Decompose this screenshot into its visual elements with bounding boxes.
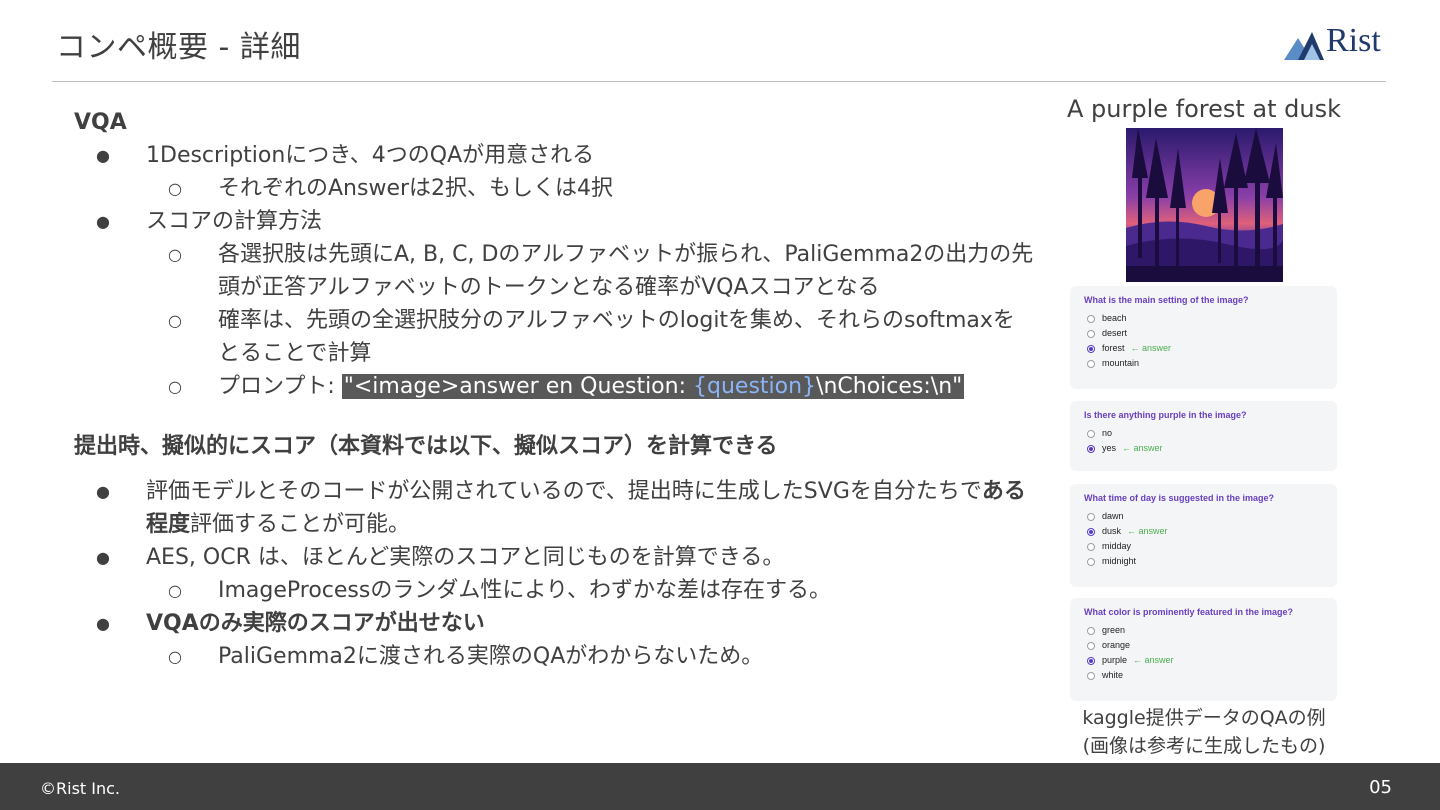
radio-selected-icon[interactable] <box>1087 345 1095 353</box>
list-item: プロンプト: "<image>answer en Question: {ques… <box>146 370 1034 403</box>
radio-icon[interactable] <box>1087 430 1095 438</box>
slide-footer: ©Rist Inc. 05 <box>0 763 1440 810</box>
qa-card: What color is prominently featured in th… <box>1070 598 1337 701</box>
qa-option: beach <box>1087 312 1127 324</box>
qa-example-caption: kaggle提供データのQAの例 (画像は参考に生成したもの) <box>1082 707 1326 757</box>
list-item: それぞれのAnswerは2択、もしくは4択 <box>146 172 1034 205</box>
radio-icon[interactable] <box>1087 513 1095 521</box>
sub-list: 各選択肢は先頭にA, B, C, Dのアルファベットが振られ、PaliGemma… <box>146 238 1034 403</box>
qa-option: white <box>1087 669 1123 681</box>
submit-heading: 提出時、擬似的にスコア（本資料では以下、擬似スコア）を計算できる <box>74 434 778 459</box>
list-item: ImageProcessのランダム性により、わずかな差は存在する。 <box>146 574 1034 607</box>
qa-option: mountain <box>1087 357 1139 369</box>
copyright: ©Rist Inc. <box>40 779 120 798</box>
radio-icon[interactable] <box>1087 315 1095 323</box>
radio-icon[interactable] <box>1087 642 1095 650</box>
qa-example-panel: A purple forest at dusk What is the main… <box>1062 92 1346 757</box>
radio-icon[interactable] <box>1087 672 1095 680</box>
slide-title: コンペ概要 - 詳細 <box>56 30 301 65</box>
answer-marker: ← answer <box>1133 655 1174 665</box>
list-item: 1Descriptionにつき、4つのQAが用意される それぞれのAnswerは… <box>74 139 1034 205</box>
list-item: 評価モデルとそのコードが公開されているので、提出時に生成したSVGを自分たちであ… <box>74 475 1034 541</box>
vqa-heading: VQA <box>74 110 127 135</box>
qa-question: What time of day is suggested in the ima… <box>1084 493 1275 503</box>
radio-icon[interactable] <box>1087 330 1095 338</box>
sub-list: それぞれのAnswerは2択、もしくは4択 <box>146 172 1034 205</box>
rist-logo: Rist <box>1282 22 1388 64</box>
qa-question: What is the main setting of the image? <box>1084 295 1249 305</box>
vqa-list: 1Descriptionにつき、4つのQAが用意される それぞれのAnswerは… <box>74 139 1034 403</box>
qa-option: no <box>1087 427 1112 439</box>
list-item: 各選択肢は先頭にA, B, C, Dのアルファベットが振られ、PaliGemma… <box>146 238 1034 304</box>
qa-option: green <box>1087 624 1125 636</box>
qa-card: What is the main setting of the image? b… <box>1070 286 1337 389</box>
radio-icon[interactable] <box>1087 627 1095 635</box>
prompt-code: "<image>answer en Question: {question}\n… <box>341 374 965 399</box>
radio-selected-icon[interactable] <box>1087 657 1095 665</box>
qa-question: What color is prominently featured in th… <box>1084 607 1294 617</box>
qa-option: purple ← answer <box>1087 654 1174 666</box>
answer-marker: ← answer <box>1127 526 1168 536</box>
sub-list: PaliGemma2に渡される実際のQAがわからないため。 <box>146 640 1034 673</box>
prompt-variable: {question} <box>693 374 817 399</box>
list-item: VQAのみ実際のスコアが出せない PaliGemma2に渡される実際のQAがわか… <box>74 607 1034 673</box>
list-item: PaliGemma2に渡される実際のQAがわからないため。 <box>146 640 1034 673</box>
main-content: VQA 1Descriptionにつき、4つのQAが用意される それぞれのAns… <box>74 106 1034 673</box>
radio-selected-icon[interactable] <box>1087 528 1095 536</box>
qa-option: midnight <box>1087 555 1136 567</box>
qa-question: Is there anything purple in the image? <box>1084 410 1247 420</box>
answer-marker: ← answer <box>1122 443 1163 453</box>
slide-header: コンペ概要 - 詳細 Rist <box>0 0 1440 82</box>
radio-icon[interactable] <box>1087 360 1095 368</box>
page-number: 05 <box>1369 777 1392 798</box>
logo-text: Rist <box>1326 22 1381 59</box>
radio-icon[interactable] <box>1087 558 1095 566</box>
qa-option: forest ← answer <box>1087 342 1171 354</box>
qa-option: yes ← answer <box>1087 442 1163 454</box>
image-title: A purple forest at dusk <box>1066 95 1342 123</box>
qa-option: desert <box>1087 327 1127 339</box>
list-item: 確率は、先頭の全選択肢分のアルファベットのlogitを集め、それらのsoftma… <box>146 304 1034 370</box>
qa-option: midday <box>1087 540 1131 552</box>
qa-option: dusk ← answer <box>1087 525 1168 537</box>
qa-option: dawn <box>1087 510 1124 522</box>
qa-option: orange <box>1087 639 1130 651</box>
purple-forest-image <box>1126 128 1283 282</box>
list-item: スコアの計算方法 各選択肢は先頭にA, B, C, Dのアルファベットが振られ、… <box>74 205 1034 403</box>
list-item: AES, OCR は、ほとんど実際のスコアと同じものを計算できる。 ImageP… <box>74 541 1034 607</box>
qa-card: Is there anything purple in the image? n… <box>1070 401 1337 471</box>
radio-selected-icon[interactable] <box>1087 445 1095 453</box>
sub-list: ImageProcessのランダム性により、わずかな差は存在する。 <box>146 574 1034 607</box>
submit-list: 評価モデルとそのコードが公開されているので、提出時に生成したSVGを自分たちであ… <box>74 475 1034 673</box>
radio-icon[interactable] <box>1087 543 1095 551</box>
header-divider <box>52 81 1386 82</box>
answer-marker: ← answer <box>1130 343 1172 353</box>
mountain-logo-icon <box>1284 32 1324 60</box>
qa-card: What time of day is suggested in the ima… <box>1070 484 1337 587</box>
